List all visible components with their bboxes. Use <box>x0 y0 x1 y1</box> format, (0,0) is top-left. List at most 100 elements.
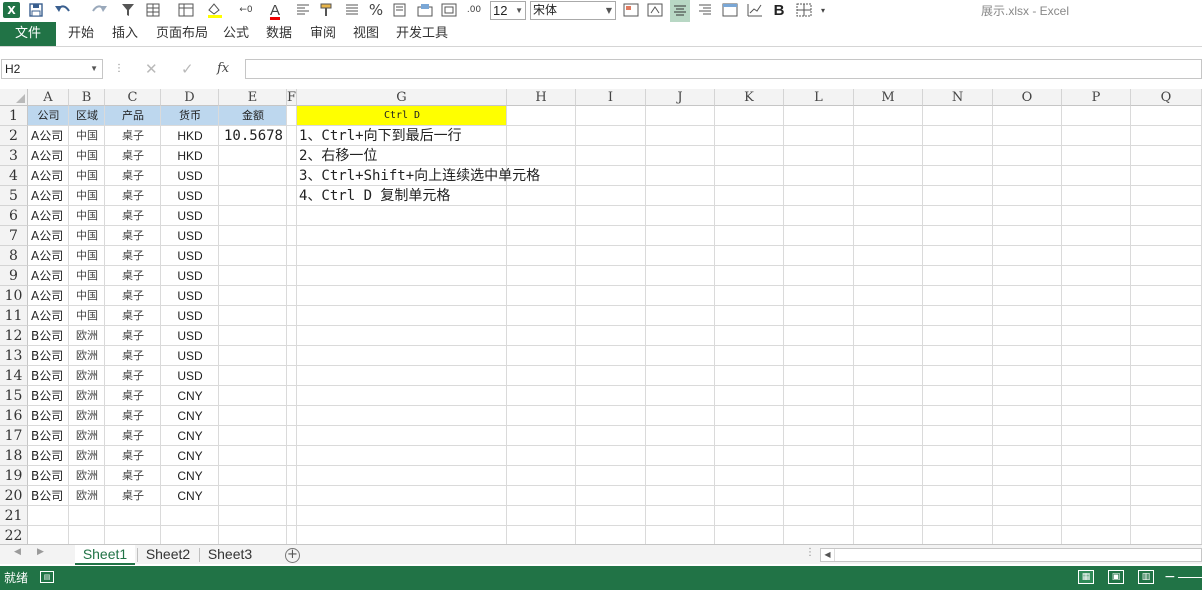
tab-formulas[interactable]: 公式 <box>223 22 249 46</box>
row-header-1[interactable]: 1 <box>0 106 28 126</box>
cell-o2[interactable] <box>993 126 1062 146</box>
cell-k16[interactable] <box>715 406 784 426</box>
cell-m20[interactable] <box>854 486 923 506</box>
row-header-5[interactable]: 5 <box>0 186 28 206</box>
cancel-icon[interactable]: ✕ <box>145 59 158 79</box>
cell-o9[interactable] <box>993 266 1062 286</box>
cell-e8[interactable] <box>219 246 287 266</box>
cell-e14[interactable] <box>219 366 287 386</box>
cell-n8[interactable] <box>923 246 993 266</box>
column-header-h[interactable]: H <box>507 89 576 106</box>
cell-c22[interactable] <box>105 526 161 544</box>
cell-o20[interactable] <box>993 486 1062 506</box>
cell-f5[interactable] <box>287 186 297 206</box>
cell-l2[interactable] <box>784 126 854 146</box>
cell-o19[interactable] <box>993 466 1062 486</box>
cell-j21[interactable] <box>646 506 715 526</box>
cell-m11[interactable] <box>854 306 923 326</box>
cell-p14[interactable] <box>1062 366 1131 386</box>
cell-h8[interactable] <box>507 246 576 266</box>
horizontal-scrollbar[interactable]: ◀ <box>820 548 1202 562</box>
row-header-8[interactable]: 8 <box>0 246 28 266</box>
cell-f11[interactable] <box>287 306 297 326</box>
cell-o15[interactable] <box>993 386 1062 406</box>
excel-logo-icon[interactable]: X <box>3 2 20 18</box>
cell-h13[interactable] <box>507 346 576 366</box>
cell-l17[interactable] <box>784 426 854 446</box>
cell-e9[interactable] <box>219 266 287 286</box>
cell-l19[interactable] <box>784 466 854 486</box>
cell-e13[interactable] <box>219 346 287 366</box>
row-header-15[interactable]: 15 <box>0 386 28 406</box>
cell-q17[interactable] <box>1131 426 1202 446</box>
cell-i1[interactable] <box>576 106 646 126</box>
cell-m18[interactable] <box>854 446 923 466</box>
cell-f15[interactable] <box>287 386 297 406</box>
cell-n21[interactable] <box>923 506 993 526</box>
cell-n10[interactable] <box>923 286 993 306</box>
redo-icon[interactable] <box>86 0 110 20</box>
row-header-16[interactable]: 16 <box>0 406 28 426</box>
cell-l13[interactable] <box>784 346 854 366</box>
cell-i10[interactable] <box>576 286 646 306</box>
cell-e17[interactable] <box>219 426 287 446</box>
cell-style-icon[interactable] <box>645 0 665 20</box>
cell-o6[interactable] <box>993 206 1062 226</box>
cell-q12[interactable] <box>1131 326 1202 346</box>
cell-o18[interactable] <box>993 446 1062 466</box>
cell-e7[interactable] <box>219 226 287 246</box>
cell-g18[interactable] <box>297 446 507 466</box>
cell-g10[interactable] <box>297 286 507 306</box>
row-header-10[interactable]: 10 <box>0 286 28 306</box>
cell-n17[interactable] <box>923 426 993 446</box>
tab-home[interactable]: 开始 <box>68 22 94 46</box>
chart-icon[interactable] <box>745 0 765 20</box>
cell-q9[interactable] <box>1131 266 1202 286</box>
cell-j14[interactable] <box>646 366 715 386</box>
cell-i20[interactable] <box>576 486 646 506</box>
increase-decimal-icon[interactable]: .00 <box>464 0 484 20</box>
formula-input[interactable] <box>245 59 1202 79</box>
cell-j20[interactable] <box>646 486 715 506</box>
cell-a21[interactable] <box>28 506 69 526</box>
cell-e21[interactable] <box>219 506 287 526</box>
cell-j2[interactable] <box>646 126 715 146</box>
cell-i6[interactable] <box>576 206 646 226</box>
cell-f9[interactable] <box>287 266 297 286</box>
add-sheet-button[interactable]: + <box>285 548 300 563</box>
grid-icon[interactable] <box>440 0 458 20</box>
cell-p6[interactable] <box>1062 206 1131 226</box>
tab-page-layout[interactable]: 页面布局 <box>156 22 208 46</box>
cell-j11[interactable] <box>646 306 715 326</box>
cell-o12[interactable] <box>993 326 1062 346</box>
column-header-d[interactable]: D <box>161 89 219 106</box>
cell-p22[interactable] <box>1062 526 1131 544</box>
cell-g15[interactable] <box>297 386 507 406</box>
merge-icon[interactable] <box>416 0 434 20</box>
row-header-13[interactable]: 13 <box>0 346 28 366</box>
cell-l9[interactable] <box>784 266 854 286</box>
bold-icon[interactable]: B <box>770 0 788 20</box>
column-header-o[interactable]: O <box>993 89 1062 106</box>
cell-n19[interactable] <box>923 466 993 486</box>
cell-g8[interactable] <box>297 246 507 266</box>
cell-g16[interactable] <box>297 406 507 426</box>
cell-g12[interactable] <box>297 326 507 346</box>
cell-l16[interactable] <box>784 406 854 426</box>
cell-n3[interactable] <box>923 146 993 166</box>
sheet-tab-sheet2[interactable]: Sheet2 <box>139 545 197 565</box>
sheet-tab-sheet3[interactable]: Sheet3 <box>201 545 259 565</box>
cell-p5[interactable] <box>1062 186 1131 206</box>
cell-m9[interactable] <box>854 266 923 286</box>
cell-e4[interactable] <box>219 166 287 186</box>
cell-n1[interactable] <box>923 106 993 126</box>
cell-m6[interactable] <box>854 206 923 226</box>
cell-f1[interactable] <box>287 106 297 126</box>
cell-q15[interactable] <box>1131 386 1202 406</box>
cell-h15[interactable] <box>507 386 576 406</box>
cell-n22[interactable] <box>923 526 993 544</box>
fill-color-icon[interactable] <box>203 0 227 20</box>
cell-o22[interactable] <box>993 526 1062 544</box>
cell-f3[interactable] <box>287 146 297 166</box>
cell-n6[interactable] <box>923 206 993 226</box>
